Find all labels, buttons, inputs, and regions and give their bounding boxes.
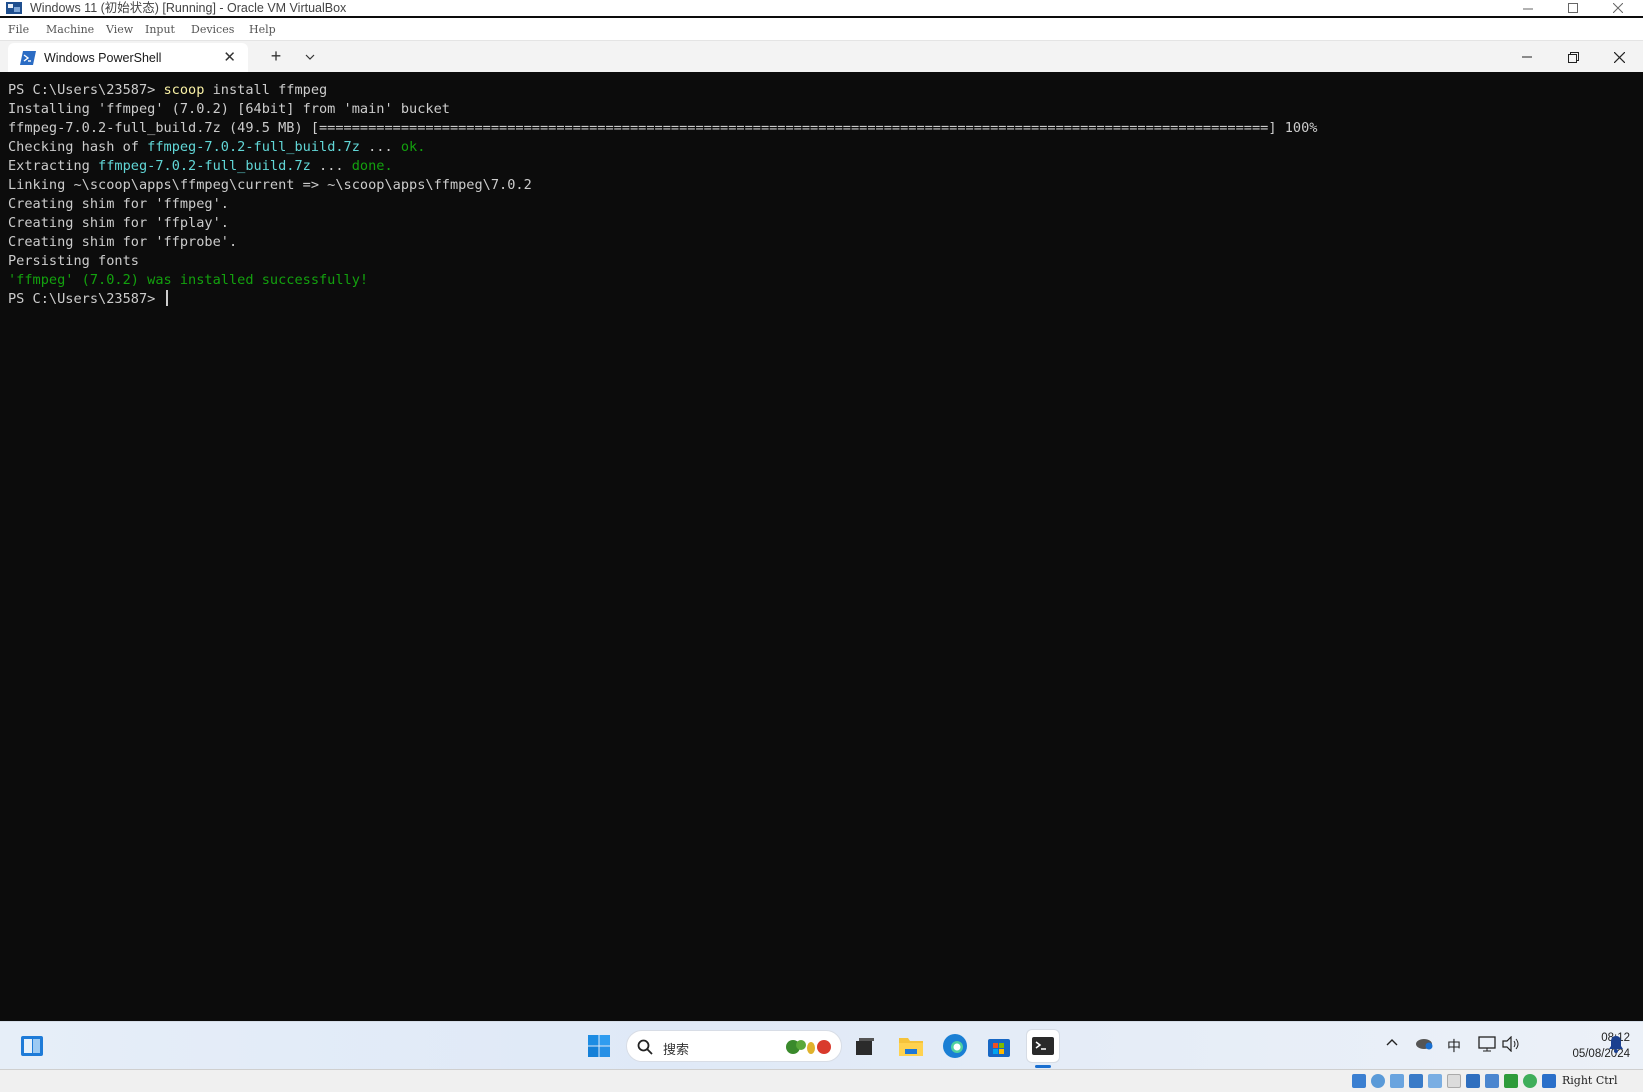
speaker-icon <box>1502 1035 1519 1053</box>
notifications-button[interactable] <box>1608 1035 1624 1056</box>
output-line: Creating shim for 'ffmpeg'. <box>8 196 229 212</box>
menu-machine[interactable]: Machine <box>46 23 94 36</box>
terminal-restore-button[interactable] <box>1553 45 1593 69</box>
success-message: 'ffmpeg' (7.0.2) was installed successfu… <box>8 272 369 288</box>
taskbar: 搜索 中 08:12 05/08/2024 <box>0 1021 1643 1070</box>
store-button[interactable] <box>983 1030 1015 1062</box>
close-icon <box>1613 3 1623 13</box>
start-button[interactable] <box>583 1030 615 1062</box>
audio-icon[interactable] <box>1390 1074 1404 1088</box>
menu-file[interactable]: File <box>8 23 29 36</box>
tab-windows-powershell[interactable]: Windows PowerShell ✕ <box>8 43 248 73</box>
search-placeholder: 搜索 <box>663 1042 690 1057</box>
keyboard-capture-icon[interactable] <box>1542 1074 1556 1088</box>
vbox-maximize-button[interactable] <box>1555 0 1591 16</box>
powershell-icon <box>20 51 36 65</box>
vbox-status-bar: Right Ctrl <box>0 1069 1643 1092</box>
shared-folders-icon[interactable] <box>1447 1074 1461 1088</box>
cloud-icon <box>1416 1039 1433 1050</box>
usb-icon[interactable] <box>1428 1074 1442 1088</box>
tab-dropdown-button[interactable] <box>298 45 322 69</box>
console-area[interactable]: PS C:\Users\23587> scoop install ffmpeg … <box>0 72 1643 1021</box>
widgets-icon <box>21 1036 43 1056</box>
output-line: Installing 'ffmpeg' (7.0.2) [64bit] from… <box>8 101 450 117</box>
search-highlight-icon <box>786 1040 831 1054</box>
display-icon[interactable] <box>1466 1074 1480 1088</box>
volume-tray[interactable] <box>1502 1035 1520 1055</box>
network-icon <box>1478 1036 1496 1052</box>
status-done: done. <box>351 158 393 174</box>
hard-disk-icon[interactable] <box>1352 1074 1366 1088</box>
search-icon <box>637 1039 653 1055</box>
menu-devices[interactable]: Devices <box>191 23 234 36</box>
file-name: ffmpeg-7.0.2-full_build.7z <box>98 158 311 174</box>
bell-icon <box>1609 1036 1623 1053</box>
restore-icon <box>1567 51 1579 63</box>
text-cursor <box>165 290 168 306</box>
chevron-down-icon <box>305 54 315 60</box>
terminal-icon <box>1032 1037 1054 1055</box>
output-line: Creating shim for 'ffplay'. <box>8 215 229 231</box>
edge-button[interactable] <box>939 1030 971 1062</box>
close-icon <box>1613 51 1625 63</box>
virtualbox-app-icon <box>6 2 22 14</box>
microsoft-store-icon <box>988 1039 1010 1057</box>
new-tab-button[interactable]: + <box>264 44 288 68</box>
status-ok: ok. <box>400 139 426 155</box>
minimize-icon <box>1523 8 1533 10</box>
active-indicator <box>1035 1065 1051 1068</box>
terminal-tab-bar: Windows PowerShell ✕ + <box>0 40 1643 73</box>
recording-icon[interactable] <box>1485 1074 1499 1088</box>
minimize-icon <box>1522 56 1532 58</box>
network-adapter-icon[interactable] <box>1409 1074 1423 1088</box>
plus-icon: + <box>270 46 282 66</box>
network-tray[interactable] <box>1478 1036 1496 1055</box>
tab-close-icon[interactable]: ✕ <box>223 48 236 66</box>
vbox-minimize-button[interactable] <box>1510 0 1546 16</box>
file-name: ffmpeg-7.0.2-full_build.7z <box>147 139 360 155</box>
window-title: Windows 11 (初始状态) [Running] - Oracle VM … <box>30 1 347 15</box>
command-args: install ffmpeg <box>204 82 328 98</box>
vbox-close-button[interactable] <box>1600 0 1636 16</box>
onedrive-tray[interactable] <box>1414 1036 1434 1053</box>
output-line: Persisting fonts <box>8 253 139 269</box>
dots: ... <box>359 139 401 155</box>
maximize-icon <box>1568 3 1578 13</box>
windows-logo-icon <box>588 1035 610 1057</box>
command-name: scoop <box>163 82 205 98</box>
prompt: PS C:\Users\23587> <box>8 82 164 98</box>
terminal-close-button[interactable] <box>1599 45 1639 69</box>
task-view-button[interactable] <box>849 1030 881 1062</box>
mouse-integration-icon[interactable] <box>1523 1074 1537 1088</box>
vbox-menu-bar: File Machine View Input Devices Help <box>0 18 1643 40</box>
output-line: Extracting <box>8 158 99 174</box>
optical-drive-icon[interactable] <box>1371 1074 1385 1088</box>
dots: ... <box>310 158 352 174</box>
progress-line: ffmpeg-7.0.2-full_build.7z (49.5 MB) [==… <box>8 120 1318 136</box>
file-explorer-button[interactable] <box>895 1030 927 1062</box>
terminal-taskbar-button[interactable] <box>1027 1030 1059 1068</box>
task-view-icon <box>856 1038 874 1055</box>
host-key-label: Right Ctrl <box>1562 1074 1618 1087</box>
output-line: Checking hash of <box>8 139 148 155</box>
tab-label: Windows PowerShell <box>44 51 162 65</box>
vbox-title-bar: Windows 11 (初始状态) [Running] - Oracle VM … <box>0 0 1643 16</box>
console-output: PS C:\Users\23587> scoop install ffmpeg … <box>8 81 1317 309</box>
output-line: Creating shim for 'ffprobe'. <box>8 234 238 250</box>
prompt: PS C:\Users\23587> <box>8 291 164 307</box>
ime-indicator[interactable]: 中 <box>1447 1036 1461 1056</box>
taskbar-search[interactable]: 搜索 <box>626 1030 842 1062</box>
chevron-up-icon <box>1386 1039 1398 1046</box>
show-hidden-icons-button[interactable] <box>1386 1036 1398 1051</box>
folder-icon <box>899 1038 923 1056</box>
terminal-minimize-button[interactable] <box>1507 45 1547 69</box>
widgets-button[interactable] <box>16 1030 48 1062</box>
vt-x-icon[interactable] <box>1504 1074 1518 1088</box>
output-line: Linking ~\scoop\apps\ffmpeg\current => ~… <box>8 177 532 193</box>
menu-input[interactable]: Input <box>145 23 175 36</box>
menu-view[interactable]: View <box>106 23 133 36</box>
menu-help[interactable]: Help <box>249 23 276 36</box>
edge-browser-icon <box>943 1034 967 1058</box>
